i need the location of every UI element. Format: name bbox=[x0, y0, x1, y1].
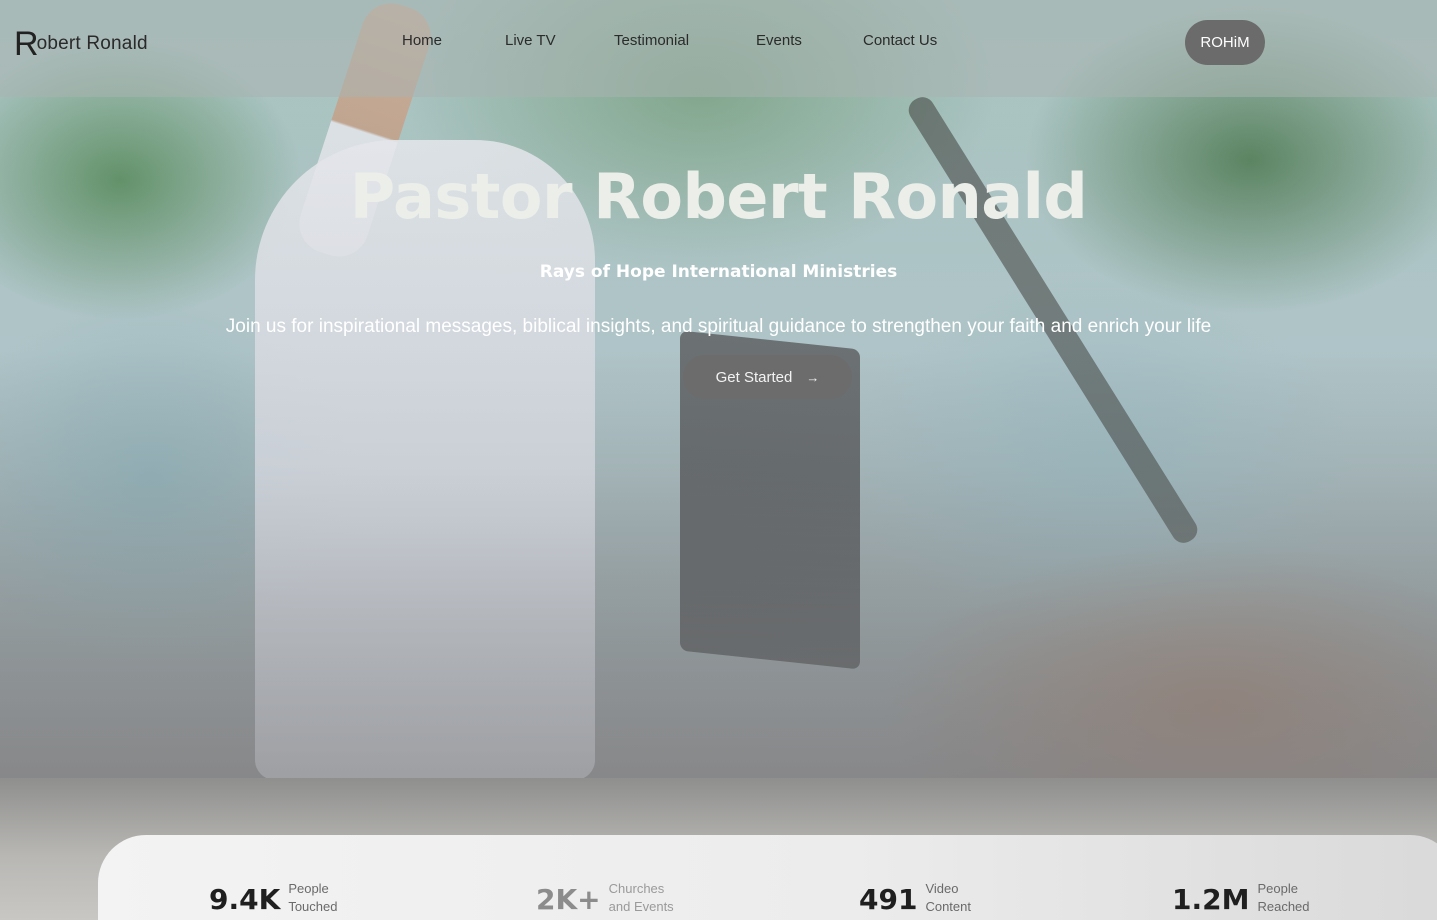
nav-events[interactable]: Events bbox=[756, 32, 802, 49]
stat-label: People Reached bbox=[1257, 880, 1309, 916]
stat-label-line1: Churches bbox=[608, 881, 665, 896]
stat-label-line2: and Events bbox=[608, 899, 674, 914]
stat-video-content: 491 Video Content bbox=[859, 880, 971, 916]
nav-testimonial[interactable]: Testimonial bbox=[614, 32, 689, 49]
hero-title: Pastor Robert Ronald bbox=[349, 160, 1088, 233]
stat-label-line2: Touched bbox=[288, 899, 338, 914]
hero-subtitle: Rays of Hope International Ministries bbox=[539, 262, 898, 282]
nav-home[interactable]: Home bbox=[402, 32, 442, 49]
stat-label-line2: Reached bbox=[1257, 899, 1310, 914]
stat-value: 491 bbox=[859, 883, 918, 916]
stat-label: Video Content bbox=[925, 880, 971, 916]
stat-label: People Touched bbox=[288, 880, 337, 916]
arrow-right-icon: → bbox=[806, 369, 820, 385]
stat-label-line2: Content bbox=[925, 899, 971, 914]
hero-description: Join us for inspirational messages, bibl… bbox=[225, 316, 1212, 337]
get-started-button[interactable]: Get Started → bbox=[683, 355, 852, 399]
stat-people-touched: 9.4K People Touched bbox=[209, 880, 337, 916]
stat-churches-events: 2K+ Churches and Events bbox=[536, 880, 674, 916]
nav-live-tv[interactable]: Live TV bbox=[505, 32, 556, 49]
stat-value: 2K+ bbox=[536, 883, 601, 916]
stat-people-reached: 1.2M People Reached bbox=[1172, 880, 1310, 916]
get-started-label: Get Started bbox=[715, 368, 793, 386]
site-header: R obert Ronald Home Live TV Testimonial … bbox=[0, 0, 1437, 97]
rohim-button[interactable]: ROHiM bbox=[1185, 20, 1265, 65]
stat-label: Churches and Events bbox=[609, 880, 674, 916]
stat-label-line1: Video bbox=[925, 881, 959, 896]
stat-value: 9.4K bbox=[209, 883, 281, 916]
stat-value: 1.2M bbox=[1172, 883, 1250, 916]
stat-label-line1: People bbox=[1257, 881, 1298, 896]
nav-contact-us[interactable]: Contact Us bbox=[863, 32, 937, 49]
stat-label-line1: People bbox=[288, 881, 329, 896]
